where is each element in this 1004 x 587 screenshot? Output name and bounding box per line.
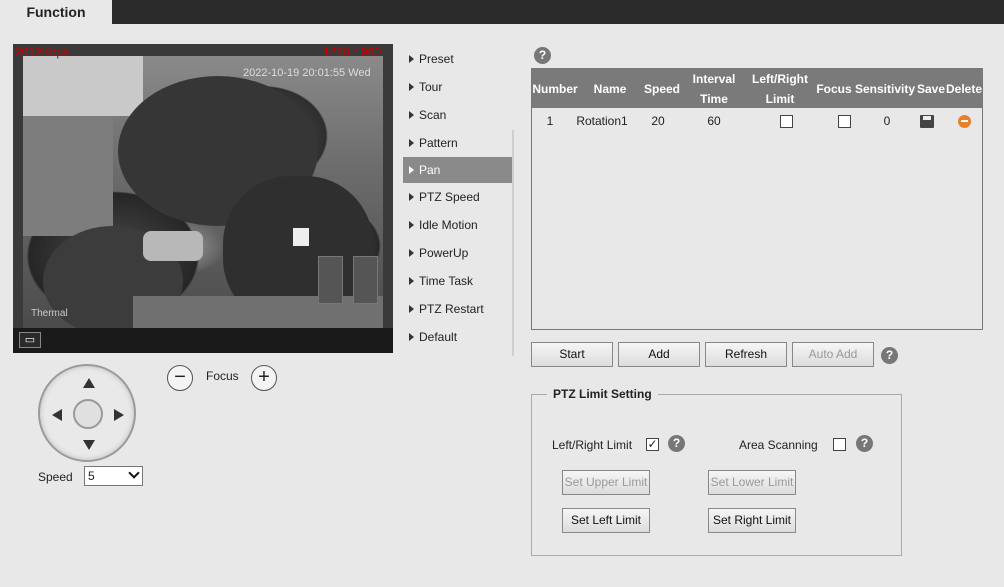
menu-item-time-task[interactable]: Time Task — [403, 267, 513, 295]
speed-label: Speed — [38, 470, 73, 484]
column-left-right-limit: Left/Right Limit — [752, 71, 808, 106]
chevron-down-icon — [128, 467, 140, 479]
area-scanning-label: Area Scanning — [739, 438, 818, 452]
arrow-right-icon[interactable] — [114, 409, 124, 421]
delete-icon[interactable] — [957, 114, 971, 128]
refresh-button[interactable]: Refresh — [705, 342, 787, 367]
channel-overlay: Thermal — [31, 308, 68, 319]
scene-box — [353, 256, 378, 304]
pan-table: Number Name Speed Interval Time Left/Rig… — [531, 68, 983, 330]
scene-ground — [133, 296, 383, 328]
column-save: Save — [916, 81, 946, 96]
help-icon[interactable]: ? — [856, 435, 873, 452]
cell-name[interactable]: Rotation1 — [568, 108, 636, 134]
set-right-limit-button[interactable]: Set Right Limit — [708, 508, 796, 533]
arrow-left-icon[interactable] — [52, 409, 62, 421]
menu-item-ptz-speed[interactable]: PTZ Speed — [403, 183, 513, 211]
scene-building-lower — [23, 116, 113, 236]
focus-minus-button[interactable]: − — [167, 365, 193, 391]
set-lower-limit-button[interactable]: Set Lower Limit — [708, 470, 796, 495]
speed-select[interactable]: 5 — [84, 466, 143, 486]
cell-sensitivity[interactable]: 0 — [858, 108, 916, 134]
live-video[interactable]: 2012Kbps 1280 * 960 2022-10-19 20:01:55 … — [13, 44, 393, 328]
save-icon[interactable] — [920, 114, 934, 128]
help-icon[interactable]: ? — [668, 435, 685, 452]
menu-item-powerup[interactable]: PowerUp — [403, 239, 513, 267]
ptz-function-menu: Preset Tour Scan Pattern Pan PTZ Speed I… — [403, 45, 513, 351]
menu-item-pattern[interactable]: Pattern — [403, 129, 513, 157]
dpad-center-button[interactable] — [73, 399, 103, 429]
cell-number: 1 — [546, 114, 554, 128]
table-row[interactable]: 1 Rotation1 20 60 0 — [532, 108, 982, 134]
cell-save — [912, 108, 942, 134]
auto-add-button[interactable]: Auto Add — [792, 342, 874, 367]
table-header: Number Name Speed Interval Time Left/Rig… — [532, 69, 982, 108]
cell-speed[interactable]: 20 — [642, 108, 674, 134]
arrow-down-icon[interactable] — [83, 440, 95, 450]
focus-label: Focus — [206, 369, 239, 383]
menu-item-tour[interactable]: Tour — [403, 73, 513, 101]
menu-item-preset[interactable]: Preset — [403, 45, 513, 73]
set-upper-limit-button[interactable]: Set Upper Limit — [562, 470, 650, 495]
help-icon[interactable]: ? — [534, 47, 551, 64]
scene-car — [143, 231, 203, 261]
add-button[interactable]: Add — [618, 342, 700, 367]
arrow-up-icon[interactable] — [83, 378, 95, 388]
tab-function[interactable]: Function — [0, 0, 112, 24]
bitrate-overlay: 2012Kbps — [15, 45, 70, 59]
column-delete: Delete — [945, 81, 983, 96]
left-right-limit-label: Left/Right Limit — [552, 438, 633, 452]
timestamp-overlay: 2022-10-19 20:01:55 Wed — [243, 67, 371, 79]
menu-item-pan[interactable]: Pan — [403, 157, 513, 183]
screen-mode-icon[interactable]: ▭ — [19, 332, 41, 348]
menu-divider — [512, 130, 514, 356]
speed-value: 5 — [88, 469, 95, 483]
focus-plus-button[interactable]: + — [251, 365, 277, 391]
top-bar — [0, 0, 1004, 24]
menu-item-idle-motion[interactable]: Idle Motion — [403, 211, 513, 239]
column-name: Name — [593, 81, 627, 96]
column-speed: Speed — [643, 81, 680, 96]
column-number: Number — [532, 81, 578, 96]
scene-sign — [293, 228, 309, 246]
set-left-limit-button[interactable]: Set Left Limit — [562, 508, 650, 533]
area-scanning-toggle[interactable] — [833, 438, 846, 451]
menu-item-ptz-restart[interactable]: PTZ Restart — [403, 295, 513, 323]
scene-box — [318, 256, 343, 304]
ptz-direction-pad — [38, 364, 136, 462]
column-sensitivity: Sensitivity — [854, 81, 916, 96]
thermal-image — [23, 56, 383, 328]
help-icon[interactable]: ? — [881, 347, 898, 364]
column-interval-time: Interval Time — [692, 71, 736, 106]
left-right-limit-toggle[interactable]: ✓ — [646, 438, 659, 451]
video-toolbar: ▭ — [13, 328, 393, 353]
left-right-limit-checkbox[interactable] — [779, 114, 793, 128]
ptz-limit-setting-title: PTZ Limit Setting — [547, 387, 658, 401]
resolution-overlay: 1280 * 960 — [322, 45, 381, 59]
video-panel: 2012Kbps 1280 * 960 2022-10-19 20:01:55 … — [13, 44, 393, 353]
focus-checkbox[interactable] — [837, 114, 851, 128]
start-button[interactable]: Start — [531, 342, 613, 367]
column-focus: Focus — [816, 81, 852, 96]
scene-building — [23, 56, 143, 116]
cell-delete — [946, 108, 982, 134]
menu-item-default[interactable]: Default — [403, 323, 513, 351]
cell-left-right-limit — [752, 108, 820, 134]
cell-interval-time[interactable]: 60 — [682, 108, 746, 134]
menu-item-scan[interactable]: Scan — [403, 101, 513, 129]
